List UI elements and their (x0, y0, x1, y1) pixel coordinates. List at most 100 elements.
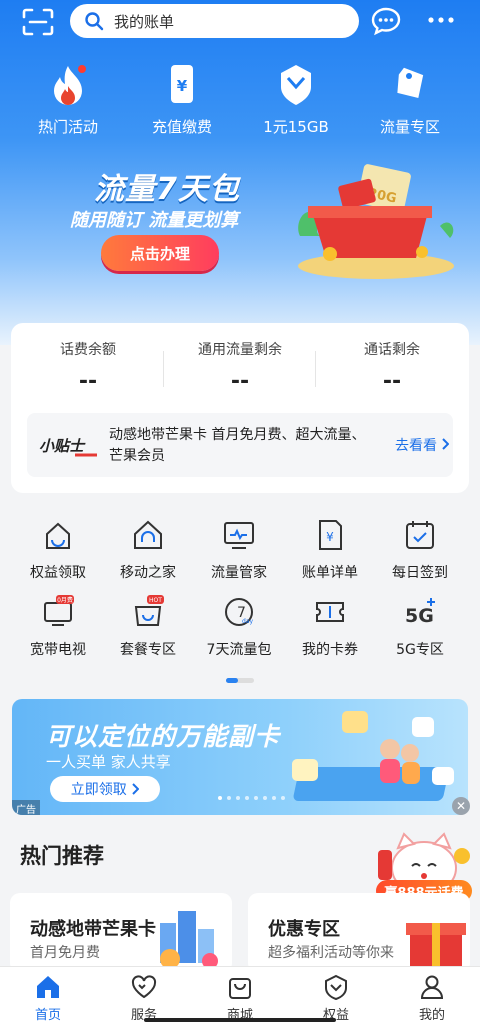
service-5g-zone[interactable]: 5G 5G专区 (375, 595, 465, 659)
ad-banner[interactable]: 可以定位的万能副卡 一人买单 家人共享 立即领取 广告 (12, 699, 468, 815)
balance-title: 通话剩余 (364, 342, 420, 358)
balance-title: 话费余额 (60, 342, 116, 358)
ad-claim-button[interactable]: 立即领取 (50, 776, 160, 802)
hot-card-subtitle: 首月免月费 (30, 945, 100, 961)
page-indicator (226, 678, 254, 683)
service-label: 7天流量包 (206, 642, 272, 658)
gift-box-illustration[interactable]: 20G (290, 156, 460, 281)
svg-text:小贴士: 小贴士 (39, 437, 86, 455)
quick-action-data-zone[interactable]: 流量专区 (360, 62, 460, 137)
banner-title: 流量7天包 (94, 172, 240, 207)
service-label: 账单详单 (302, 565, 358, 581)
chevron-right-icon (132, 783, 140, 795)
service-data-manager[interactable]: 流量管家 (194, 518, 284, 582)
quick-action-label: 流量专区 (379, 118, 440, 136)
user-icon (420, 975, 444, 999)
gift-box-icon (406, 923, 466, 967)
hot-card-deals[interactable]: 优惠专区 超多福利活动等你来 (248, 893, 470, 973)
hot-card-mango[interactable]: 动感地带芒果卡 首月免月费 (10, 893, 232, 973)
heart-icon (131, 975, 157, 999)
tips-logo-icon: 小贴士 (39, 437, 97, 457)
calendar-check-icon (406, 521, 434, 549)
bottom-tab-bar: 首页 服务 商城 权益 我的 (0, 966, 480, 1024)
hot-card-title: 优惠专区 (268, 919, 340, 940)
chevron-right-icon (442, 438, 450, 450)
banner-apply-button[interactable]: 点击办理 (101, 235, 219, 271)
ad-tag: 广告 (12, 800, 40, 815)
balance-voice[interactable]: 通话剩余 -- (317, 339, 467, 394)
top-bar: 我的账单 (0, 0, 480, 44)
home-indicator (144, 1018, 336, 1022)
service-label: 每日签到 (392, 565, 448, 581)
quick-action-data-deal[interactable]: 1元15GB (246, 62, 346, 137)
ad-subtitle: 一人买单 家人共享 (46, 753, 171, 771)
service-label: 宽带电视 (30, 642, 86, 658)
service-label: 权益领取 (30, 565, 86, 581)
ad-claim-label: 立即领取 (70, 782, 127, 798)
tips-promo[interactable]: 小贴士 动感地带芒果卡 首月免月费、超大流量、芒果会员 去看看 (27, 413, 453, 477)
promo-link-label: 去看看 (395, 438, 437, 454)
message-icon[interactable] (370, 6, 402, 36)
service-broadband-tv[interactable]: 0月费 宽带电视 (13, 595, 103, 659)
service-bill-details[interactable]: ¥ 账单详单 (285, 518, 375, 582)
bag-icon (229, 978, 251, 999)
shield-badge-icon (325, 974, 347, 1001)
tab-service[interactable]: 服务 (96, 967, 192, 1024)
search-icon (85, 12, 104, 31)
balance-value: -- (78, 369, 98, 394)
balance-phone[interactable]: 话费余额 -- (13, 339, 163, 394)
search-input[interactable]: 我的账单 (70, 4, 359, 38)
quick-action-label: 1元15GB (263, 118, 329, 136)
close-icon[interactable]: ✕ (452, 797, 470, 815)
service-label: 套餐专区 (120, 642, 176, 658)
tab-mall[interactable]: 商城 (192, 967, 288, 1024)
service-label: 移动之家 (120, 565, 176, 581)
shopping-bag-icon: HOT (134, 595, 164, 626)
tab-home[interactable]: 首页 (0, 967, 96, 1024)
quick-action-recharge[interactable]: ¥ 充值缴费 (132, 62, 232, 137)
five-g-icon: 5G (405, 598, 435, 627)
balance-data[interactable]: 通用流量剩余 -- (165, 339, 315, 394)
section-title: 热门推荐 (20, 844, 104, 868)
service-label: 流量管家 (211, 565, 267, 581)
tag-icon (397, 67, 424, 98)
svg-text:¥: ¥ (326, 530, 334, 544)
coupon-icon (316, 602, 344, 622)
svg-text:5G: 5G (405, 605, 434, 627)
ad-title: 可以定位的万能副卡 (46, 722, 281, 751)
flame-icon (54, 65, 86, 105)
search-placeholder: 我的账单 (114, 12, 175, 31)
quick-action-label: 充值缴费 (151, 118, 212, 136)
more-icon[interactable] (428, 14, 454, 26)
divider (163, 351, 164, 387)
service-benefits[interactable]: 权益领取 (13, 518, 103, 582)
balance-value: -- (382, 369, 402, 394)
service-my-coupons[interactable]: 我的卡券 (285, 595, 375, 659)
quick-action-hot[interactable]: 热门活动 (18, 62, 118, 137)
bill-icon: ¥ (319, 520, 342, 550)
monitor-chart-icon (224, 522, 254, 549)
balance-card: 话费余额 -- 通用流量剩余 -- 通话剩余 -- 小贴士 动感地带芒果卡 首月… (11, 323, 469, 493)
balance-value: -- (230, 369, 250, 394)
svg-text:HOT: HOT (149, 597, 162, 604)
tab-benefits[interactable]: 权益 (288, 967, 384, 1024)
tab-profile[interactable]: 我的 (384, 967, 480, 1024)
promo-link[interactable]: 去看看 (395, 435, 450, 455)
service-plan-zone[interactable]: HOT 套餐专区 (103, 595, 193, 659)
service-mobile-home[interactable]: 移动之家 (103, 518, 193, 582)
quick-action-label: 热门活动 (37, 118, 98, 136)
tab-label: 首页 (34, 1008, 61, 1023)
service-7day-pack[interactable]: 7 day 7天流量包 (194, 595, 284, 659)
tv-icon: 0月费 (44, 595, 74, 626)
hot-card-subtitle: 超多福利活动等你来 (268, 945, 394, 961)
svg-text:0月费: 0月费 (57, 596, 73, 604)
service-label: 5G专区 (396, 642, 444, 658)
svg-text:¥: ¥ (177, 77, 188, 95)
home-headset-icon (134, 520, 162, 549)
family-illustration (292, 711, 454, 801)
phone-yen-icon: ¥ (171, 65, 193, 103)
scan-icon[interactable] (22, 8, 54, 36)
service-daily-checkin[interactable]: 每日签到 (375, 518, 465, 582)
data-badge-icon (281, 65, 311, 105)
promo-text: 动感地带芒果卡 首月免月费、超大流量、芒果会员 (109, 427, 366, 464)
